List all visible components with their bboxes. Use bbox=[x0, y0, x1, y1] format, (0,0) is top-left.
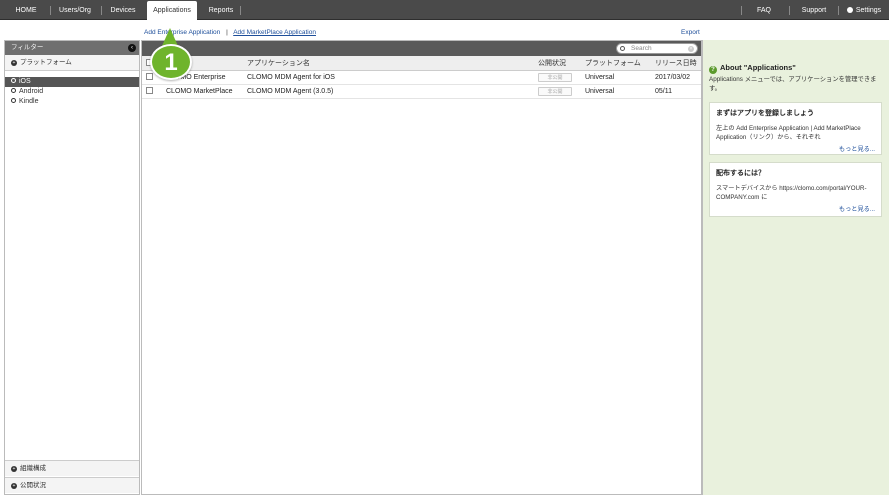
collapse-left-icon[interactable]: ‹ bbox=[128, 44, 136, 52]
platform-section[interactable]: + プラットフォーム bbox=[5, 55, 139, 71]
table-row[interactable]: CLOMO Enterprise CLOMO MDM Agent for iOS… bbox=[142, 70, 701, 85]
status-badge[interactable]: 非公開 bbox=[538, 86, 572, 96]
table-header-row: アプリケーション名 公開状況 プラットフォーム リリース日時 bbox=[142, 56, 701, 71]
platform-section-label: プラットフォーム bbox=[20, 59, 72, 66]
org-section[interactable]: + 組織構成 bbox=[5, 460, 139, 476]
status-cell: 非公開 bbox=[534, 70, 581, 85]
platform-label: iOS bbox=[19, 78, 31, 85]
status-section-label: 公開状況 bbox=[20, 482, 46, 489]
app-type: CLOMO MarketPlace bbox=[162, 84, 243, 99]
filter-header: フィルター ‹ bbox=[5, 41, 139, 55]
table-toolbar: Search × bbox=[142, 41, 701, 56]
radio-icon bbox=[11, 98, 16, 103]
nav-separator bbox=[50, 6, 51, 15]
row-checkbox[interactable] bbox=[146, 87, 153, 94]
filter-sidebar: フィルター ‹ + プラットフォーム iOS Android Kindle + 組織… bbox=[4, 40, 140, 495]
col-app-name[interactable]: アプリケーション名 bbox=[243, 56, 534, 71]
app-name[interactable]: CLOMO MDM Agent (3.0.5) bbox=[243, 84, 534, 99]
about-panel: ? About "Applications" Applications メニューで… bbox=[702, 40, 889, 495]
search-input[interactable]: Search × bbox=[616, 43, 698, 54]
nav-support[interactable]: Support bbox=[797, 0, 831, 20]
app-platform: Universal bbox=[581, 70, 651, 85]
about-description: Applications メニューでは、アプリケーションを管理できます。 bbox=[709, 76, 877, 92]
help-card: まずはアプリを登録しましょう 左上の Add Enterprise Applic… bbox=[709, 102, 882, 155]
row-select-cell bbox=[142, 84, 162, 99]
plus-icon: + bbox=[11, 60, 17, 66]
gear-icon bbox=[846, 7, 853, 13]
nav-separator bbox=[838, 6, 839, 15]
clear-icon[interactable]: × bbox=[688, 46, 694, 52]
applications-table: アプリケーション名 公開状況 プラットフォーム リリース日時 CLOMO Ent… bbox=[142, 56, 701, 99]
nav-devices[interactable]: Devices bbox=[106, 0, 140, 20]
search-icon bbox=[620, 46, 625, 51]
add-enterprise-link[interactable]: Add Enterprise Application bbox=[144, 29, 220, 36]
radio-icon bbox=[11, 88, 16, 93]
table-row[interactable]: CLOMO MarketPlace CLOMO MDM Agent (3.0.5… bbox=[142, 84, 701, 99]
platform-item-kindle[interactable]: Kindle bbox=[5, 97, 139, 107]
col-release[interactable]: リリース日時 bbox=[651, 56, 701, 71]
platform-label: Android bbox=[19, 88, 44, 95]
app-release: 05/11 bbox=[651, 84, 701, 99]
step-callout: 1 bbox=[150, 28, 192, 80]
more-link[interactable]: もっと見る... bbox=[716, 204, 875, 213]
plus-icon: + bbox=[11, 466, 17, 472]
app-release: 2017/03/02 bbox=[651, 70, 701, 85]
top-nav: HOME Users/Org Devices Applications Repo… bbox=[0, 0, 889, 21]
card-body: スマートデバイスから https://clomo.com/portal/YOUR… bbox=[716, 185, 867, 201]
col-status[interactable]: 公開状況 bbox=[534, 56, 581, 71]
nav-separator bbox=[789, 6, 790, 15]
platform-item-android[interactable]: Android bbox=[5, 87, 139, 97]
export-link[interactable]: Export bbox=[681, 29, 700, 36]
radio-icon bbox=[11, 78, 16, 83]
nav-applications[interactable]: Applications bbox=[147, 1, 197, 21]
nav-faq[interactable]: FAQ bbox=[750, 0, 778, 20]
about-title: About "Applications" bbox=[720, 63, 796, 72]
nav-separator bbox=[101, 6, 102, 15]
help-card: 配布するには？ スマートデバイスから https://clomo.com/por… bbox=[709, 162, 882, 217]
app-name[interactable]: CLOMO MDM Agent for iOS bbox=[243, 70, 534, 85]
applications-panel: Search × アプリケーション名 公開状況 プラットフォーム リリース日時 … bbox=[141, 40, 702, 495]
card-body: 左上の Add Enterprise Application | Add Mar… bbox=[716, 125, 861, 141]
nav-separator bbox=[240, 6, 241, 15]
app-platform: Universal bbox=[581, 84, 651, 99]
platform-list: iOS Android Kindle bbox=[5, 77, 139, 107]
nav-settings-label: Settings bbox=[855, 7, 882, 14]
filter-title: フィルター bbox=[11, 44, 44, 51]
help-icon: ? bbox=[709, 66, 717, 74]
status-badge[interactable]: 非公開 bbox=[538, 72, 572, 82]
nav-reports[interactable]: Reports bbox=[204, 0, 238, 20]
callout-number: 1 bbox=[150, 44, 192, 80]
nav-home[interactable]: HOME bbox=[8, 0, 44, 20]
status-cell: 非公開 bbox=[534, 84, 581, 99]
card-title: 配布するには？ bbox=[716, 170, 765, 177]
platform-item-ios[interactable]: iOS bbox=[5, 77, 139, 87]
plus-icon: + bbox=[11, 483, 17, 489]
nav-users-org[interactable]: Users/Org bbox=[56, 0, 94, 20]
platform-label: Kindle bbox=[19, 98, 39, 105]
export-link-wrap: Export bbox=[681, 29, 700, 36]
nav-separator bbox=[741, 6, 742, 15]
status-section[interactable]: + 公開状況 bbox=[5, 477, 139, 493]
search-placeholder: Search bbox=[631, 45, 652, 52]
add-marketplace-link[interactable]: Add MarketPlace Application bbox=[233, 29, 316, 36]
card-title: まずはアプリを登録しましょう bbox=[716, 110, 814, 117]
col-platform[interactable]: プラットフォーム bbox=[581, 56, 651, 71]
about-title-row: ? About "Applications" bbox=[709, 63, 796, 74]
nav-settings[interactable]: Settings bbox=[844, 0, 884, 20]
org-section-label: 組織構成 bbox=[20, 465, 46, 472]
link-separator: | bbox=[226, 29, 228, 36]
more-link[interactable]: もっと見る... bbox=[716, 144, 875, 153]
